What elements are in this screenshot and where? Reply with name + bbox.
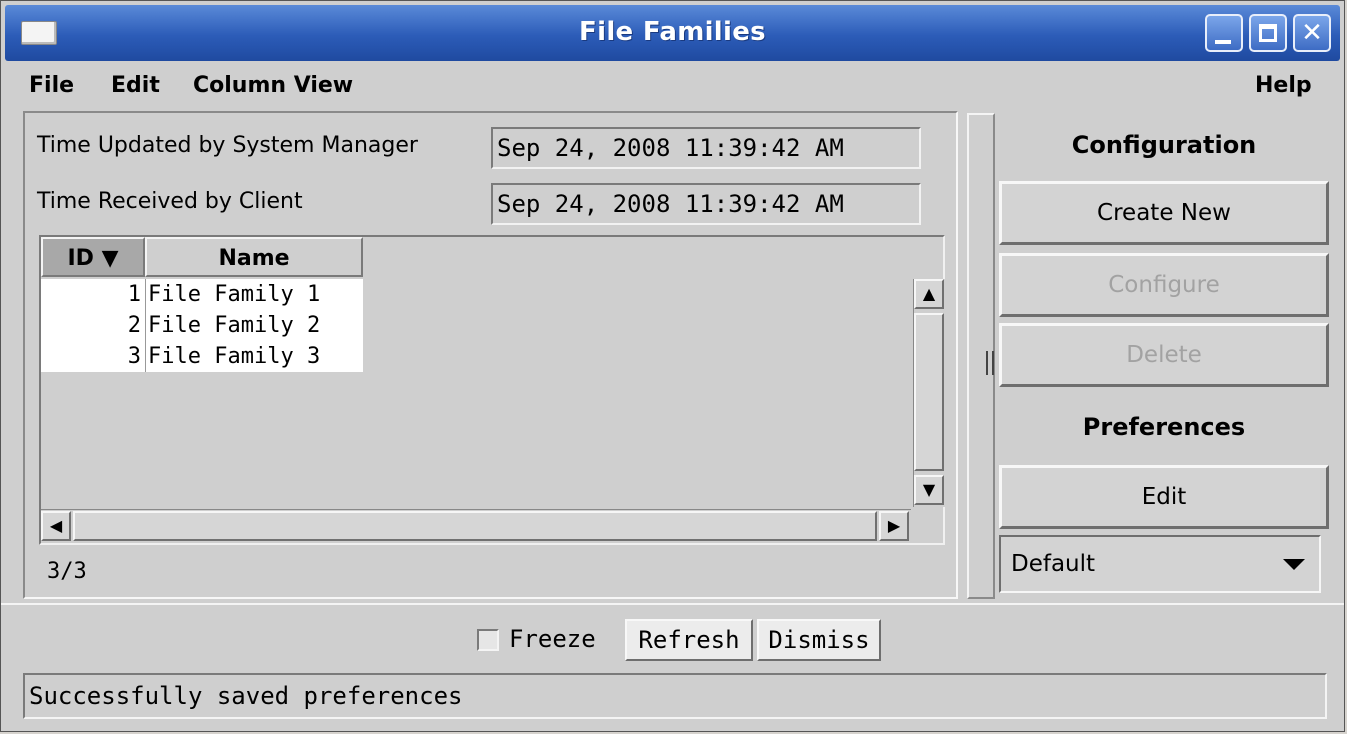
preferences-preset-select[interactable]: Default — [999, 535, 1321, 593]
title-bar[interactable]: File Families ✕ — [5, 5, 1340, 61]
column-header-name[interactable]: Name — [145, 237, 363, 277]
horizontal-scrollbar[interactable]: ◀ ▶ — [41, 509, 911, 541]
file-family-table: ID ▼ Name 1 File Family 1 2 File Family … — [39, 235, 945, 545]
splitter-grip-icon[interactable] — [986, 351, 994, 375]
table-row[interactable]: 1 File Family 1 — [41, 279, 363, 310]
maximize-icon — [1259, 24, 1277, 42]
minimize-button[interactable] — [1205, 14, 1243, 52]
table-row[interactable]: 2 File Family 2 — [41, 310, 363, 341]
cell-name: File Family 1 — [145, 279, 363, 310]
arrow-up-icon[interactable]: ▲ — [914, 279, 944, 309]
configure-button[interactable]: Configure — [999, 253, 1329, 317]
file-family-list-panel: Time Updated by System Manager Sep 24, 2… — [23, 111, 958, 599]
delete-button[interactable]: Delete — [999, 323, 1329, 387]
cell-id: 3 — [127, 344, 141, 369]
status-bar: Successfully saved preferences — [23, 673, 1327, 719]
preferences-preset-value: Default — [1011, 551, 1096, 577]
time-received-label: Time Received by Client — [37, 189, 303, 214]
horizontal-scroll-thumb[interactable] — [73, 511, 877, 541]
dismiss-button[interactable]: Dismiss — [757, 619, 881, 661]
menu-file[interactable]: File — [29, 73, 74, 98]
cell-name: File Family 2 — [145, 310, 363, 341]
time-received-field: Sep 24, 2008 11:39:42 AM — [491, 183, 921, 225]
column-header-id[interactable]: ID ▼ — [41, 237, 145, 277]
time-updated-label: Time Updated by System Manager — [37, 133, 418, 158]
menu-edit[interactable]: Edit — [111, 73, 160, 98]
menu-bar: File Edit Column View Help — [5, 63, 1340, 105]
chevron-down-icon[interactable] — [1283, 559, 1305, 570]
arrow-left-icon[interactable]: ◀ — [41, 511, 71, 541]
menu-help[interactable]: Help — [1255, 73, 1312, 98]
preferences-section-label: Preferences — [1082, 413, 1246, 441]
close-button[interactable]: ✕ — [1293, 14, 1331, 52]
row-count: 3/3 — [47, 559, 87, 584]
minimize-icon — [1215, 40, 1231, 44]
menu-column-view[interactable]: Column View — [193, 73, 353, 98]
table-body: 1 File Family 1 2 File Family 2 3 File F… — [41, 279, 363, 372]
edit-preferences-button[interactable]: Edit — [999, 465, 1329, 529]
configuration-section-label: Configuration — [1071, 131, 1257, 159]
bottom-toolbar: Freeze Refresh Dismiss — [1, 603, 1344, 671]
cell-id: 2 — [127, 313, 141, 338]
panel-splitter[interactable] — [967, 113, 995, 599]
arrow-right-icon[interactable]: ▶ — [879, 511, 909, 541]
freeze-label[interactable]: Freeze — [509, 625, 596, 653]
table-row[interactable]: 3 File Family 3 — [41, 341, 363, 372]
vertical-scrollbar[interactable]: ▲ ▼ — [913, 279, 945, 507]
window-title: File Families — [579, 17, 766, 47]
actions-panel: Configuration Create New Configure Delet… — [997, 113, 1331, 599]
refresh-button[interactable]: Refresh — [625, 619, 753, 661]
close-icon: ✕ — [1301, 18, 1323, 48]
file-families-window: File Families ✕ File Edit Column View He… — [0, 0, 1345, 732]
create-new-button[interactable]: Create New — [999, 181, 1329, 245]
arrow-down-icon[interactable]: ▼ — [914, 475, 944, 505]
vertical-scroll-thumb[interactable] — [914, 313, 944, 471]
freeze-checkbox[interactable] — [477, 629, 499, 651]
cell-id: 1 — [127, 282, 141, 307]
maximize-button[interactable] — [1249, 14, 1287, 52]
time-updated-field: Sep 24, 2008 11:39:42 AM — [491, 127, 921, 169]
cell-name: File Family 3 — [145, 341, 363, 372]
